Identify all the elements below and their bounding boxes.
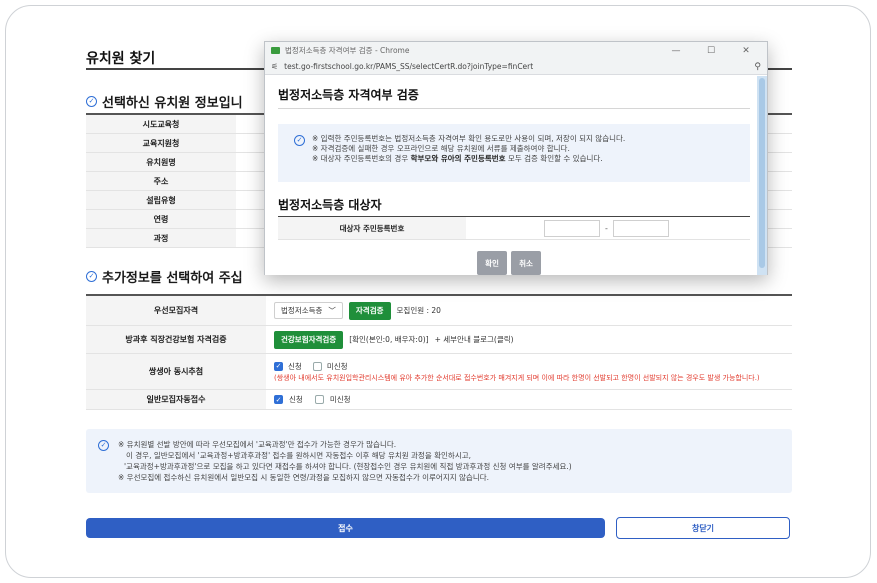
twins-apply-checkbox[interactable]: ✓ bbox=[274, 361, 283, 371]
page-title: 유치원 찾기 bbox=[86, 51, 156, 67]
app-favicon-icon bbox=[271, 47, 280, 54]
resident-number-back-input[interactable] bbox=[612, 219, 669, 237]
cancel-button[interactable]: 취소 bbox=[511, 251, 541, 275]
auto-not-apply-label: 미신청 bbox=[329, 395, 351, 404]
info-label: 주소 bbox=[86, 172, 236, 190]
notice-bold-text: 학부모와 유아의 주민등록번호 bbox=[410, 154, 506, 163]
twins-options: ✓ 신청 미신청 bbox=[274, 361, 348, 372]
verification-popup-window: 법정저소득층 자격여부 검증 - Chrome — ☐ ✕ ⚟ test.go-… bbox=[264, 41, 768, 275]
twins-warning: (쌍생아 내에서도 유치원입학관리시스템에 유아 추가한 순서대로 접수번호가 … bbox=[274, 373, 760, 382]
notice-text: 모두 검증 확인할 수 있습니다. bbox=[505, 154, 603, 163]
zoom-icon[interactable]: ⚲ bbox=[754, 62, 761, 72]
check-circle-icon: ✓ bbox=[294, 135, 305, 146]
auto-apply-label: 일반모집자동접수 bbox=[86, 390, 266, 409]
popup-notice-line: ※ 자격검증에 실패한 경우 오프라인으로 해당 유치원에 서류를 제출하여야 … bbox=[312, 144, 570, 153]
resident-number-table: 대상자 주민등록번호 - bbox=[278, 216, 750, 240]
popup-notice-line: ※ 입력한 주민등록번호는 법정저소득층 자격여부 확인 용도로만 사용이 되며… bbox=[312, 134, 626, 143]
priority-select[interactable]: 법정저소득층 ﹀ bbox=[274, 302, 343, 319]
info-label: 과정 bbox=[86, 229, 236, 247]
popup-content: 법정저소득층 자격여부 검증 ✓ ※ 입력한 주민등록번호는 법정저소득층 자격… bbox=[265, 76, 759, 275]
dash-separator: - bbox=[605, 223, 608, 233]
popup-heading: 법정저소득층 자격여부 검증 bbox=[278, 88, 419, 102]
twins-label: 쌍생아 동시추첨 bbox=[86, 354, 266, 389]
insurance-label: 방과후 직장건강보험 자격검증 bbox=[86, 326, 266, 353]
verify-eligibility-button[interactable]: 자격검증 bbox=[348, 301, 391, 320]
minimize-icon[interactable]: — bbox=[661, 46, 691, 56]
popup-subheading: 법정저소득층 대상자 bbox=[278, 198, 382, 212]
resident-number-front-input[interactable] bbox=[544, 219, 600, 237]
close-window-button[interactable]: 창닫기 bbox=[616, 517, 790, 539]
confirm-button[interactable]: 확인 bbox=[477, 251, 507, 275]
insurance-row: 방과후 직장건강보험 자격검증 건강보험자격검증 [확인(본인:0, 배우자:0… bbox=[86, 326, 792, 354]
info-label: 유치원명 bbox=[86, 153, 236, 171]
submit-button[interactable]: 접수 bbox=[86, 518, 605, 538]
info-label: 연령 bbox=[86, 210, 236, 228]
auto-apply-checkbox[interactable]: ✓ bbox=[274, 395, 283, 404]
popup-url[interactable]: test.go-firstschool.go.kr/PAMS_SS/select… bbox=[284, 62, 533, 71]
notice-line: ※ 유치원별 선발 방안에 따라 우선모집에서 '교육과정'만 접수가 가능한 … bbox=[118, 440, 397, 449]
maximize-icon[interactable]: ☐ bbox=[696, 46, 726, 56]
twins-cell: ✓ 신청 미신청 (쌍생아 내에서도 유치원입학관리시스템에 유아 추가한 순서… bbox=[266, 354, 792, 389]
section-selected-kindergarten: ✓ 선택하신 유치원 정보입니 bbox=[86, 92, 243, 111]
capacity-text: 모집인원 : 20 bbox=[396, 306, 441, 315]
section-additional-info: ✓ 추가정보를 선택하여 주십 bbox=[86, 267, 243, 286]
popup-divider bbox=[278, 108, 750, 109]
info-label: 설립유형 bbox=[86, 191, 236, 209]
priority-row: 우선모집자격 법정저소득층 ﹀ 자격검증 모집인원 : 20 bbox=[86, 296, 792, 326]
notice-text: ※ 대상자 주민등록번호의 경우 bbox=[312, 154, 411, 163]
popup-titlebar: 법정저소득층 자격여부 검증 - Chrome — ☐ ✕ bbox=[265, 42, 767, 59]
popup-window-title: 법정저소득층 자격여부 검증 - Chrome bbox=[285, 46, 410, 55]
site-info-icon[interactable]: ⚟ bbox=[271, 62, 278, 71]
popup-address-bar: ⚟ test.go-firstschool.go.kr/PAMS_SS/sele… bbox=[265, 59, 767, 75]
popup-notice: ✓ ※ 입력한 주민등록번호는 법정저소득층 자격여부 확인 용도로만 사용이 … bbox=[278, 124, 750, 182]
info-label: 교육지원청 bbox=[86, 134, 236, 152]
resident-number-label: 대상자 주민등록번호 bbox=[278, 217, 466, 239]
twins-not-apply-label: 미신청 bbox=[326, 361, 348, 371]
priority-label: 우선모집자격 bbox=[86, 296, 266, 325]
notice-line: '교육과정+방과후과정'으로 모집을 하고 있다면 재접수를 하셔야 합니다. … bbox=[124, 462, 572, 471]
auto-apply-row: 일반모집자동접수 ✓ 신청 미신청 bbox=[86, 390, 792, 410]
notice-line: 이 경우, 일반모집에서 '교육과정+방과후과정' 접수를 원하시면 자동접수 … bbox=[126, 451, 471, 460]
additional-info-table: 우선모집자격 법정저소득층 ﹀ 자격검증 모집인원 : 20 방과후 직장건강보… bbox=[86, 294, 792, 410]
section-additional-title: 추가정보를 선택하여 주십 bbox=[102, 271, 243, 286]
popup-notice-line3: ※ 대상자 주민등록번호의 경우 학부모와 유아의 주민등록번호 모두 검증 확… bbox=[312, 154, 742, 164]
scrollbar-thumb[interactable] bbox=[759, 78, 765, 268]
close-icon[interactable]: ✕ bbox=[731, 46, 761, 56]
health-insurance-verify-button[interactable]: 건강보험자격검증 bbox=[274, 330, 344, 349]
check-circle-icon: ✓ bbox=[98, 440, 109, 451]
notice-line: ※ 우선모집에 접수하신 유치원에서 일반모집 시 동일한 연령/과정을 모집하… bbox=[118, 473, 490, 482]
twins-apply-label: 신청 bbox=[288, 361, 302, 371]
twins-row: 쌍생아 동시추첨 ✓ 신청 미신청 (쌍생아 내에서도 유치원입학관리시스템에 … bbox=[86, 354, 792, 390]
insurance-cell: 건강보험자격검증 [확인(본인:0, 배우자:0)] + 세부안내 블로그(클릭… bbox=[266, 326, 792, 353]
notice-box: ✓ ※ 유치원별 선발 방안에 따라 우선모집에서 '교육과정'만 접수가 가능… bbox=[86, 429, 792, 493]
chevron-down-icon: ﹀ bbox=[328, 306, 336, 315]
resident-number-cell: - bbox=[466, 217, 750, 239]
popup-scrollbar[interactable] bbox=[757, 76, 767, 275]
insurance-status: [확인(본인:0, 배우자:0)] bbox=[349, 335, 429, 344]
info-label: 시도교육청 bbox=[86, 115, 236, 133]
twins-not-apply-checkbox[interactable] bbox=[312, 361, 322, 371]
detail-blog-link[interactable]: + 세부안내 블로그(클릭) bbox=[435, 334, 514, 345]
auto-apply-label-text: 신청 bbox=[289, 395, 303, 404]
auto-apply-cell: ✓ 신청 미신청 bbox=[266, 390, 792, 409]
auto-not-apply-checkbox[interactable] bbox=[314, 395, 324, 404]
priority-select-value: 법정저소득층 bbox=[281, 306, 323, 315]
priority-cell: 법정저소득층 ﹀ 자격검증 모집인원 : 20 bbox=[266, 296, 792, 325]
check-circle-icon: ✓ bbox=[86, 271, 97, 282]
section-selected-title: 선택하신 유치원 정보입니 bbox=[102, 96, 243, 111]
check-circle-icon: ✓ bbox=[86, 96, 97, 107]
